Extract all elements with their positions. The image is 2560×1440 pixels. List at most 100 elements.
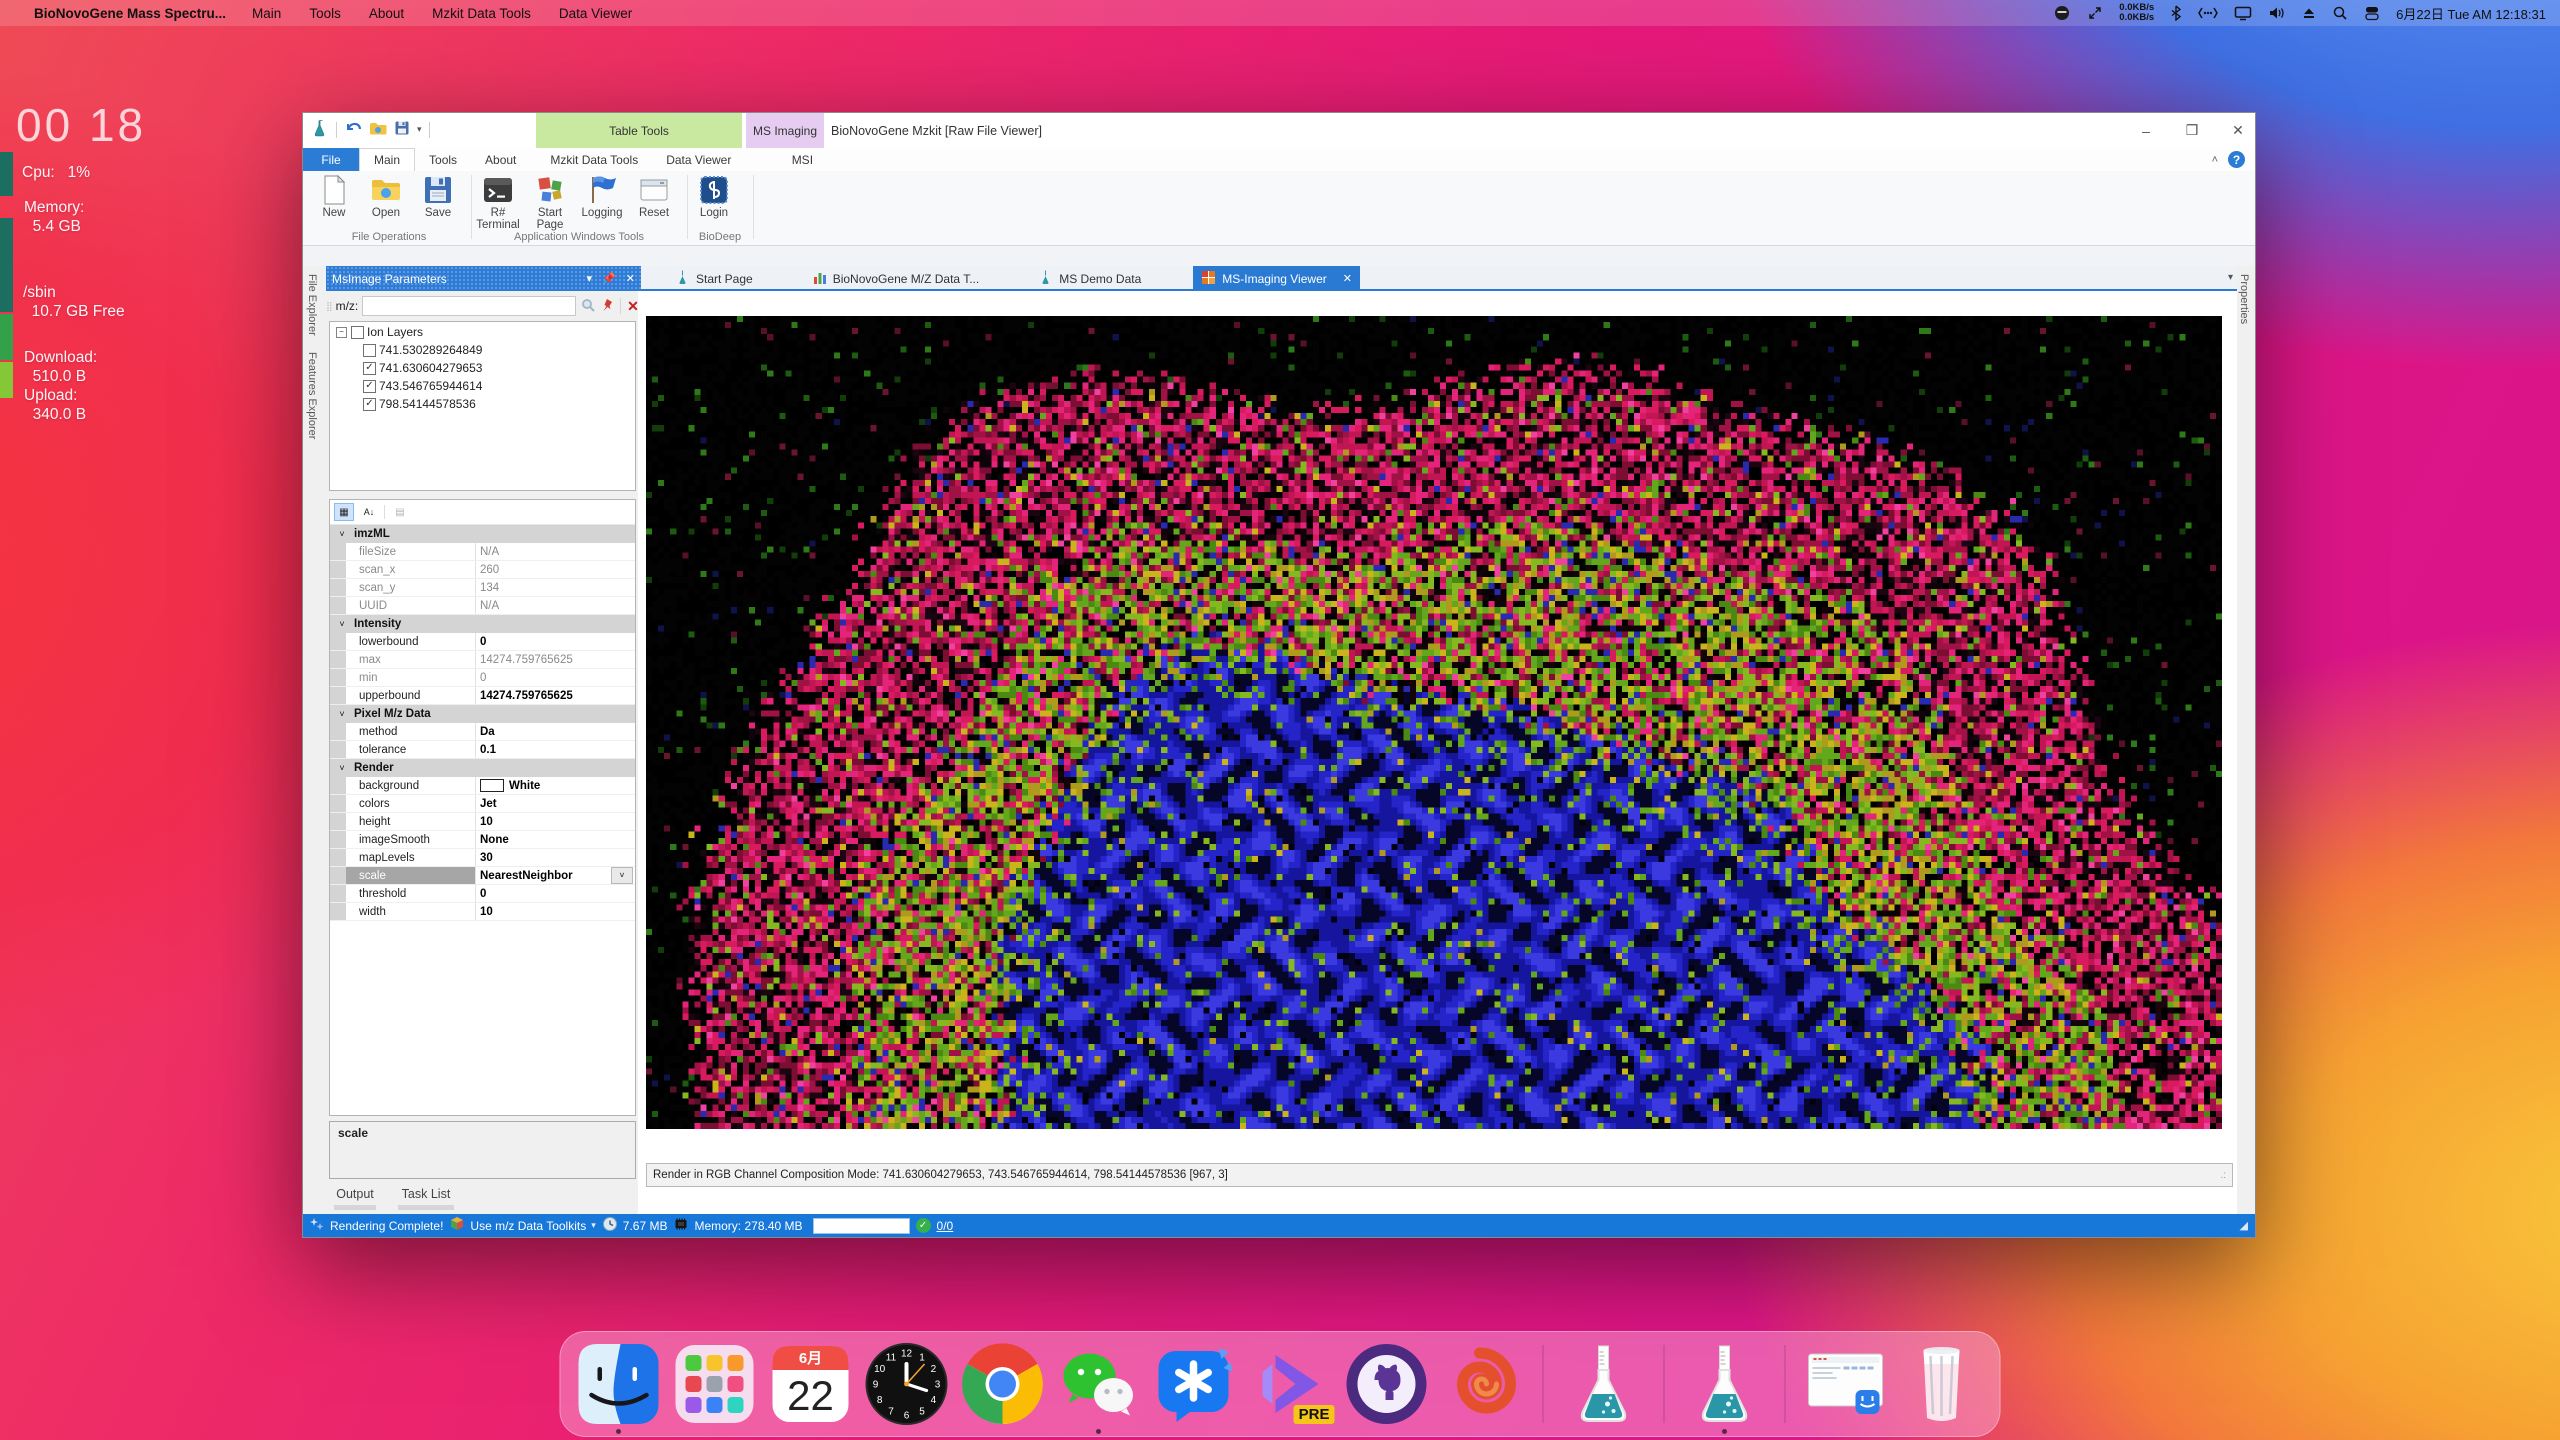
ion-layer-row[interactable]: ✓798.54144578536 <box>330 396 635 412</box>
tree-expander-icon[interactable]: − <box>336 327 347 338</box>
help-icon[interactable]: ? <box>2228 151 2245 168</box>
chevron-down-icon[interactable]: ˅ <box>330 529 354 539</box>
status-item-memory-278-40-mb[interactable]: Memory: 278.40 MB <box>673 1216 802 1235</box>
bottom-tab-output[interactable]: Output <box>334 1187 376 1210</box>
dock-icon-spiral-shell[interactable] <box>1441 1342 1525 1426</box>
ribbon-tab-main[interactable]: Main <box>359 148 415 171</box>
ion-layer-checkbox[interactable]: ✓ <box>363 380 376 393</box>
property-row-uuid[interactable]: UUIDN/A <box>330 597 635 615</box>
chevron-down-icon[interactable]: ˅ <box>330 619 354 629</box>
status-item-rendering-complete-[interactable]: Rendering Complete! <box>309 1216 443 1235</box>
menu-app-name[interactable]: BioNovoGene Mass Spectru... <box>34 6 226 21</box>
bluetooth-icon[interactable] <box>2170 5 2182 21</box>
panel-close-icon[interactable]: ✕ <box>626 272 635 285</box>
eject-icon[interactable] <box>2302 5 2316 21</box>
qat-dropdown-icon[interactable]: ▾ <box>417 124 422 135</box>
property-value[interactable]: 0 <box>480 636 486 648</box>
title-bar[interactable]: ▾ Table Tools MS Imaging BioNovoGene Mzk… <box>303 113 2255 148</box>
side-tab-features-explorer[interactable]: Features Explorer <box>303 344 321 447</box>
logging-button[interactable]: Logging <box>577 174 627 219</box>
search-mz-icon[interactable] <box>580 297 596 316</box>
property-value[interactable]: 14274.759765625 <box>480 690 573 702</box>
property-row-scan_x[interactable]: scan_x260 <box>330 561 635 579</box>
status-item-use-m-z-data-toolkits[interactable]: Use m/z Data Toolkits▾ <box>449 1216 595 1235</box>
property-row-height[interactable]: height10 <box>330 813 635 831</box>
chevron-down-icon[interactable]: ˅ <box>330 763 354 773</box>
display-icon[interactable] <box>2234 5 2252 21</box>
ion-layers-checkbox[interactable] <box>351 326 364 339</box>
property-row-max[interactable]: max14274.759765625 <box>330 651 635 669</box>
ribbon-tab-data-viewer[interactable]: Data Viewer <box>652 148 745 171</box>
shades-icon[interactable] <box>2053 5 2071 21</box>
property-row-min[interactable]: min0 <box>330 669 635 687</box>
side-tab-properties[interactable]: Properties <box>2235 266 2253 332</box>
property-value[interactable]: Jet <box>480 798 497 810</box>
dock-icon-trash[interactable] <box>1900 1342 1984 1426</box>
property-category-render[interactable]: ˅Render <box>330 759 635 777</box>
volume-icon[interactable] <box>2268 5 2286 21</box>
property-value[interactable]: White <box>509 780 540 792</box>
menu-item-tools[interactable]: Tools <box>309 6 341 21</box>
property-value[interactable]: 10 <box>480 816 493 828</box>
panel-dropdown-icon[interactable]: ▾ <box>587 272 593 285</box>
property-value[interactable]: 30 <box>480 852 493 864</box>
menu-clock[interactable]: 6月22日 Tue AM 12:18:31 <box>2396 4 2546 23</box>
save-button[interactable]: Save <box>413 174 463 219</box>
tree-root-row[interactable]: − Ion Layers <box>330 324 635 340</box>
dropdown-combo-icon[interactable]: ˅ <box>611 867 633 884</box>
property-row-scale[interactable]: scaleNearestNeighbor˅ <box>330 867 635 885</box>
property-value[interactable]: 0.1 <box>480 744 496 756</box>
reset-button[interactable]: Reset <box>629 174 679 219</box>
new-button[interactable]: New <box>309 174 359 219</box>
property-row-maplevels[interactable]: mapLevels30 <box>330 849 635 867</box>
property-row-tolerance[interactable]: tolerance0.1 <box>330 741 635 759</box>
menu-item-about[interactable]: About <box>369 6 404 21</box>
tree-root-label[interactable]: Ion Layers <box>367 325 423 339</box>
ribbon-tab-tools[interactable]: Tools <box>415 148 471 171</box>
r#-terminal-button[interactable]: R# Terminal <box>473 174 523 231</box>
panel-pin-icon[interactable]: 📌 <box>602 272 616 285</box>
dock-icon-wechat[interactable] <box>1057 1342 1141 1426</box>
login-button[interactable]: Login <box>689 174 739 219</box>
property-row-background[interactable]: backgroundWhite <box>330 777 635 795</box>
user-switch-icon[interactable] <box>2364 5 2380 21</box>
ribbon-tab-msi[interactable]: MSI <box>763 148 841 171</box>
ribbon-collapse-icon[interactable]: ˄ <box>2212 154 2218 166</box>
property-row-method[interactable]: methodDa <box>330 723 635 741</box>
property-category-imzml[interactable]: ˅imzML <box>330 525 635 543</box>
doc-tab-bionovogene-m-z-data-t-[interactable]: BioNovoGene M/Z Data T... <box>805 266 988 291</box>
tab-close-icon[interactable]: ✕ <box>1343 272 1352 285</box>
menu-item-main[interactable]: Main <box>252 6 281 21</box>
menu-item-data-viewer[interactable]: Data Viewer <box>559 6 632 21</box>
open-folder-icon[interactable] <box>369 121 387 139</box>
contextual-tab-ms-imaging[interactable]: MS Imaging <box>746 113 824 148</box>
menu-item-mzkit-data-tools[interactable]: Mzkit Data Tools <box>432 6 531 21</box>
doc-tab-start-page[interactable]: Start Page <box>668 266 761 291</box>
task-counter-link[interactable]: 0/0 <box>937 1219 954 1233</box>
undo-icon[interactable] <box>344 120 362 139</box>
property-value[interactable]: None <box>480 834 509 846</box>
start-page-button[interactable]: Start Page <box>525 174 575 231</box>
property-row-lowerbound[interactable]: lowerbound0 <box>330 633 635 651</box>
mz-search-input[interactable] <box>362 296 576 316</box>
property-value[interactable]: 0 <box>480 888 486 900</box>
dock-icon-vs-preview[interactable]: PRE <box>1249 1342 1333 1426</box>
resize-arrows-icon[interactable] <box>2087 5 2103 21</box>
property-row-width[interactable]: width10 <box>330 903 635 921</box>
ion-layer-checkbox[interactable]: ✓ <box>363 362 376 375</box>
maximize-button[interactable]: ❒ <box>2183 122 2201 139</box>
dock-icon-flask-a[interactable] <box>1562 1342 1646 1426</box>
doc-tab-ms-demo-data[interactable]: MS Demo Data <box>1031 266 1149 291</box>
doc-tab-ms-imaging-viewer[interactable]: MS-Imaging Viewer✕ <box>1193 266 1360 291</box>
dock-icon-clock[interactable]: 121234567891011 <box>865 1342 949 1426</box>
property-category-intensity[interactable]: ˅Intensity <box>330 615 635 633</box>
property-value[interactable]: 10 <box>480 906 493 918</box>
tab-overflow-icon[interactable]: ▾ <box>2228 272 2233 283</box>
property-row-scan_y[interactable]: scan_y134 <box>330 579 635 597</box>
property-row-threshold[interactable]: threshold0 <box>330 885 635 903</box>
network-icon[interactable] <box>2198 5 2218 21</box>
property-category-pixel-m-z-data[interactable]: ˅Pixel M/z Data <box>330 705 635 723</box>
search-icon[interactable] <box>2332 5 2348 21</box>
pin-red-icon[interactable] <box>600 297 616 316</box>
statusbar-resize-grip[interactable]: ◢ <box>2240 1219 2249 1232</box>
